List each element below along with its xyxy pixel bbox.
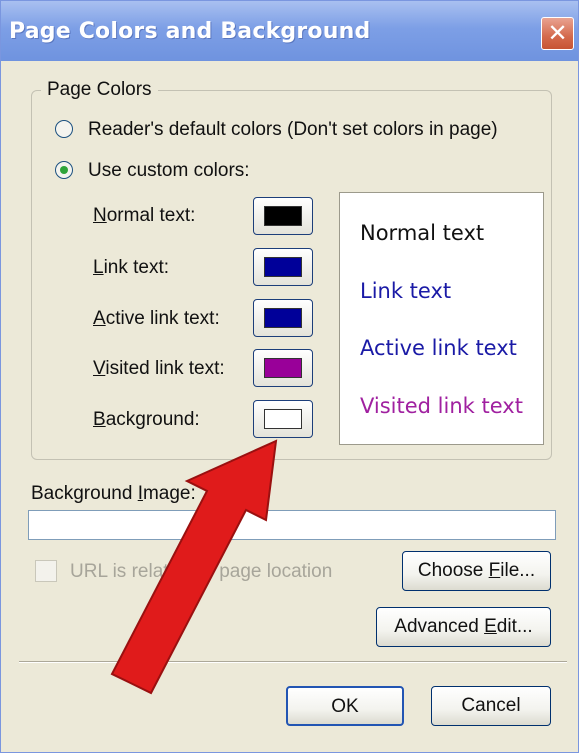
radio-dot-icon [60,166,68,174]
preview-normal-text: Normal text [360,221,485,245]
cancel-button[interactable]: Cancel [431,686,551,726]
active-link-color-button[interactable] [253,299,313,337]
background-image-input[interactable] [28,510,556,540]
color-chip [264,409,302,429]
background-label: Background: [93,409,200,430]
color-chip [264,358,302,378]
radio-button[interactable] [55,120,73,138]
radio-custom-label: Use custom colors: [88,160,250,181]
choose-file-button[interactable]: Choose File... [402,551,551,591]
normal-text-label: Normal text: [93,205,196,226]
background-image-label: Background Image: [31,483,196,504]
ok-button[interactable]: OK [286,686,404,726]
color-chip [264,257,302,277]
color-chip [264,206,302,226]
visited-link-color-button[interactable] [253,349,313,387]
color-chip [264,308,302,328]
url-relative-checkbox[interactable] [35,560,57,582]
title-bar[interactable]: Page Colors and Background ✕ [1,1,578,61]
close-icon: ✕ [547,19,568,47]
url-relative-label: URL is relative to page location [70,561,333,582]
preview-visited-link-text: Visited link text [360,394,523,418]
color-preview-panel: Normal text Link text Active link text V… [339,192,544,445]
active-link-text-label: Active link text: [93,308,220,329]
preview-active-link-text: Active link text [360,336,517,360]
background-color-button[interactable] [253,400,313,438]
dialog-title: Page Colors and Background [9,19,371,44]
preview-link-text: Link text [360,279,452,303]
normal-text-color-button[interactable] [253,197,313,235]
page-colors-dialog: Page Colors and Background ✕ Page Colors… [0,0,579,753]
link-text-color-button[interactable] [253,248,313,286]
close-button[interactable]: ✕ [541,17,574,50]
separator [19,661,567,663]
link-text-label: Link text: [93,257,170,278]
visited-link-text-label: Visited link text: [93,358,225,379]
page-colors-legend: Page Colors [41,79,158,101]
radio-button-selected[interactable] [55,161,73,179]
radio-default-label: Reader's default colors (Don't set color… [88,119,498,140]
advanced-edit-button[interactable]: Advanced Edit... [376,607,551,647]
